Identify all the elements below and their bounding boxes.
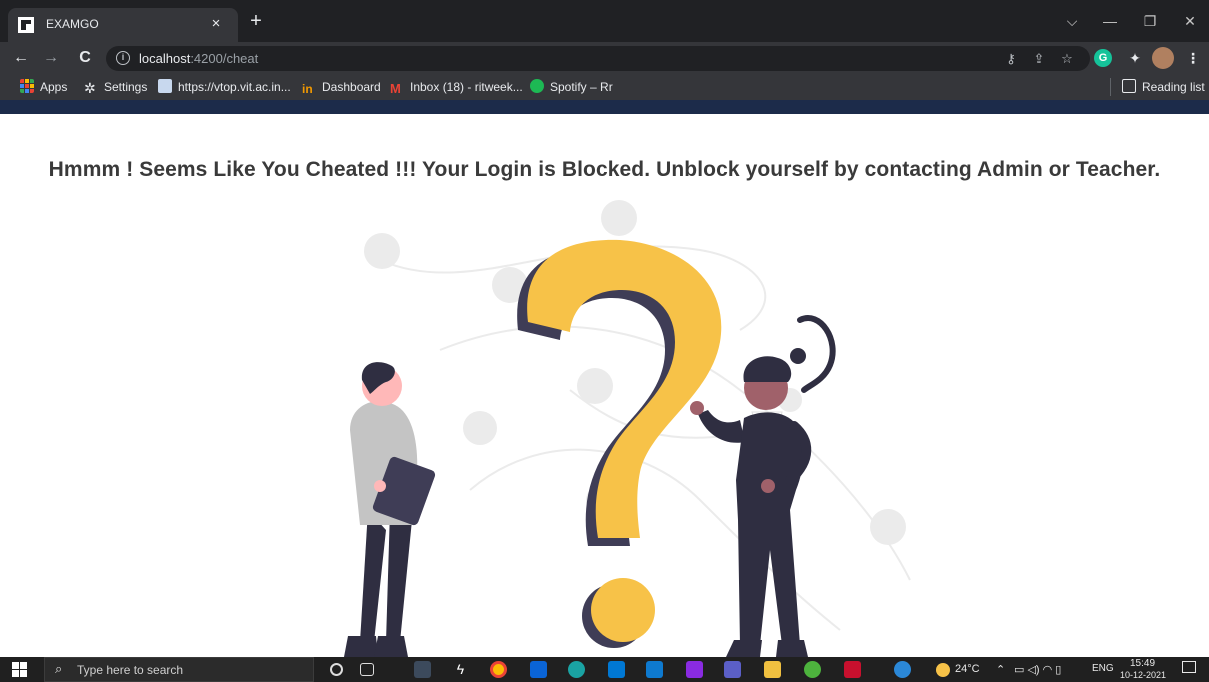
app-red-icon[interactable]: [844, 661, 861, 678]
new-tab-button[interactable]: +: [246, 11, 266, 32]
vtop-favicon-icon: [158, 79, 172, 93]
dashboard-favicon-icon: in: [302, 82, 313, 96]
vscode-icon[interactable]: [646, 661, 663, 678]
extensions-puzzle-icon[interactable]: ✦: [1124, 47, 1146, 69]
file-explorer-icon[interactable]: [764, 661, 781, 678]
task-view-icon[interactable]: [360, 663, 374, 676]
browser-toolbar: ← → C i localhost:4200/cheat ⚷ ⇪ ☆ G ✦ ⋮: [0, 42, 1209, 74]
profile-avatar[interactable]: [1152, 47, 1174, 69]
restore-button[interactable]: ❐: [1136, 10, 1164, 32]
app-header-strip: [0, 100, 1209, 114]
store-icon[interactable]: [608, 661, 625, 678]
intellij-icon[interactable]: [686, 661, 703, 678]
lightning-app-icon[interactable]: ϟ: [452, 661, 469, 678]
bookmark-dashboard[interactable]: in Dashboard: [302, 79, 381, 96]
reload-button[interactable]: C: [74, 47, 96, 69]
share-icon[interactable]: ⇪: [1030, 50, 1048, 68]
weather-icon[interactable]: [936, 663, 950, 677]
terminal-icon[interactable]: [414, 661, 431, 678]
tab-title: EXAMGO: [46, 17, 99, 31]
reading-list-button[interactable]: Reading list: [1122, 79, 1205, 95]
windows-start-icon[interactable]: [12, 662, 27, 677]
question-mark-shape: [517, 239, 722, 648]
tab-search-dropdown-icon[interactable]: ⌵: [1058, 10, 1086, 32]
chrome-icon[interactable]: [490, 661, 507, 678]
clock-time[interactable]: 15:49: [1130, 658, 1155, 669]
bookmark-spotify[interactable]: Spotify – Rr: [530, 79, 613, 95]
weather-temperature[interactable]: 24°C: [955, 663, 980, 675]
tab-close-icon[interactable]: ×: [206, 14, 226, 34]
windows-taskbar: ⌕ Type here to search ϟ 24°C ⌃ ▭ ◁) ◠ ▯ …: [0, 657, 1209, 682]
taskbar-search-box[interactable]: ⌕ Type here to search: [44, 657, 314, 682]
bookmark-star-icon[interactable]: ☆: [1058, 50, 1076, 68]
grammarly-icon[interactable]: G: [1094, 49, 1112, 67]
mongodb-icon[interactable]: [804, 661, 821, 678]
site-info-icon[interactable]: i: [116, 51, 130, 65]
help-icon[interactable]: [894, 661, 911, 678]
spotify-icon: [530, 79, 544, 93]
search-icon: ⌕: [55, 661, 63, 676]
back-button[interactable]: ←: [10, 47, 32, 69]
mail-icon[interactable]: [530, 661, 547, 678]
apps-grid-icon: [20, 79, 34, 93]
browser-tab-strip: EXAMGO × + ⌵ — ❐ ✕: [0, 0, 1209, 42]
bookmark-inbox[interactable]: M Inbox (18) - ritweek...: [390, 79, 523, 96]
taskbar-search-placeholder: Type here to search: [77, 663, 184, 677]
bookmark-settings[interactable]: ✲ Settings: [84, 79, 147, 95]
network-battery-volume-icons[interactable]: ▭ ◁) ◠ ▯: [1014, 663, 1061, 676]
close-window-button[interactable]: ✕: [1176, 10, 1204, 32]
menu-kebab-icon[interactable]: ⋮: [1182, 47, 1204, 69]
minimize-button[interactable]: —: [1096, 10, 1124, 32]
bookmark-apps[interactable]: Apps: [20, 79, 67, 95]
gear-icon: ✲: [84, 80, 96, 96]
gmail-icon: M: [390, 81, 401, 96]
man-figure: [344, 362, 436, 657]
bookmark-vtop[interactable]: https://vtop.vit.ac.in...: [158, 79, 291, 95]
tab-examgo[interactable]: EXAMGO ×: [8, 8, 238, 42]
question-illustration: [344, 200, 911, 657]
notification-icon[interactable]: [1182, 661, 1196, 673]
language-indicator[interactable]: ENG: [1092, 663, 1114, 674]
cortana-icon[interactable]: [330, 663, 343, 676]
clock-date[interactable]: 10-12-2021: [1120, 670, 1166, 680]
address-bar[interactable]: i localhost:4200/cheat ⚷ ⇪ ☆: [106, 46, 1090, 71]
cheat-blocked-message: Hmmm ! Seems Like You Cheated !!! Your L…: [48, 158, 1161, 181]
edge-icon[interactable]: [568, 661, 585, 678]
bookmarks-bar: Apps ✲ Settings https://vtop.vit.ac.in...…: [0, 74, 1209, 100]
url-text: localhost:4200/cheat: [139, 51, 259, 66]
reading-list-icon: [1122, 79, 1136, 93]
teams-icon[interactable]: [724, 661, 741, 678]
tray-overflow-icon[interactable]: ⌃: [996, 663, 1005, 676]
key-icon[interactable]: ⚷: [1002, 50, 1020, 68]
examgo-favicon-icon: [18, 17, 34, 33]
bookmarks-separator: [1110, 78, 1111, 96]
forward-button[interactable]: →: [40, 47, 62, 69]
